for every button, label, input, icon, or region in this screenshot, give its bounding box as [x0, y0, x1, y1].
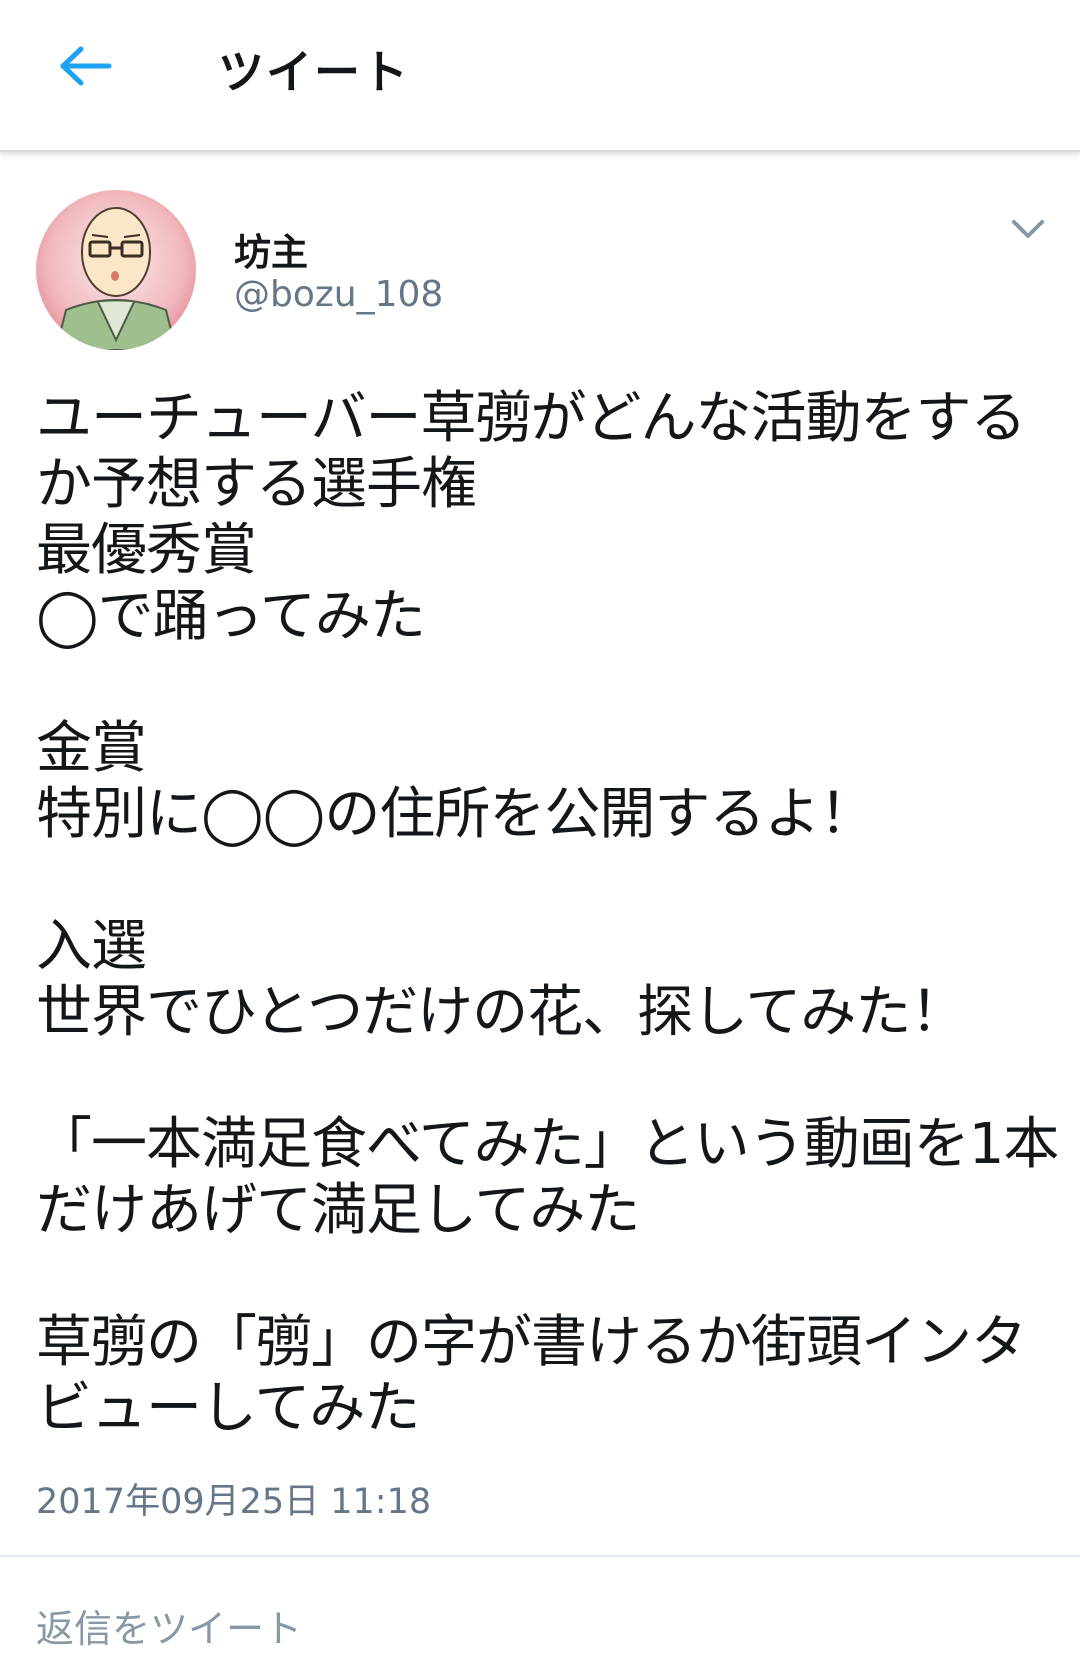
- avatar[interactable]: [36, 190, 196, 350]
- user-display-name[interactable]: 坊主: [234, 222, 308, 276]
- top-bar: ツイート: [0, 0, 1080, 152]
- tweet-line: 最優秀賞: [36, 518, 257, 583]
- arrow-left-icon: [60, 46, 112, 86]
- tweet-line: か予想する選手権: [36, 452, 477, 517]
- user-handle[interactable]: @bozu_108: [234, 274, 443, 315]
- tweet-line: 草彅の「彅」の字が書けるか街頭インタ: [36, 1310, 1027, 1375]
- tweet-line: 世界でひとつだけの花、探してみた！: [36, 980, 966, 1045]
- tweet-text: ユーチューバー草彅がどんな活動をする か予想する選手権 最優秀賞 ◯で踊ってみた…: [36, 386, 1059, 1442]
- chevron-down-icon: [1012, 220, 1044, 238]
- reply-input[interactable]: 返信をツイート: [36, 1598, 302, 1653]
- tweet-line: 入選: [36, 914, 147, 979]
- tweet-line: ユーチューバー草彅がどんな活動をする: [36, 386, 1026, 451]
- tweet-line: ◯で踊ってみた: [36, 584, 426, 649]
- tweet-menu-button[interactable]: [1008, 214, 1048, 244]
- back-button[interactable]: [50, 38, 120, 94]
- tweet-timestamp[interactable]: 2017年09月25日 11:18: [36, 1473, 431, 1524]
- tweet-line: 特別に◯◯の住所を公開するよ！: [36, 782, 875, 847]
- tweet-line: ビューしてみた: [36, 1376, 420, 1441]
- tweet-line: 金賞: [36, 716, 147, 781]
- divider: [0, 1555, 1080, 1557]
- page-title: ツイート: [218, 45, 410, 99]
- tweet-line: 「一本満足食べてみた」という動画を1本: [36, 1112, 1059, 1177]
- tweet-line: だけあげて満足してみた: [36, 1178, 640, 1243]
